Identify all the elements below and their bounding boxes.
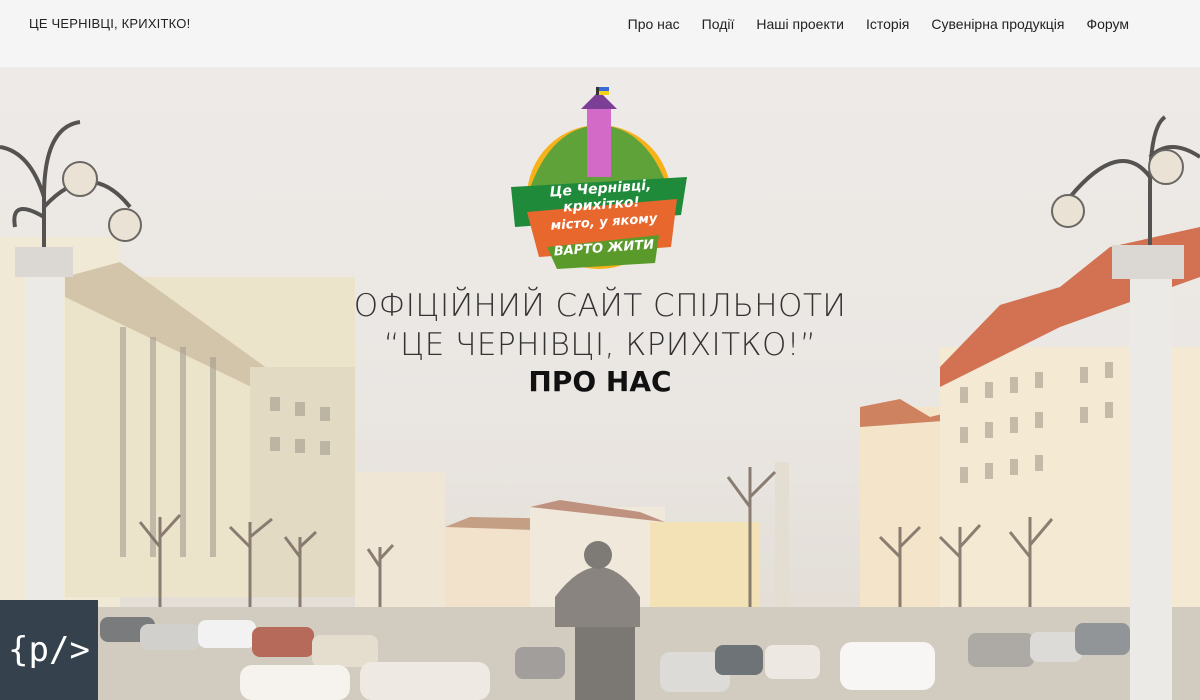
site-brand-link[interactable]: ЦЕ ЧЕРНІВЦІ, КРИХІТКО! xyxy=(29,16,190,31)
hero-section: Це Чернівці, крихітко! місто, у якому ВА… xyxy=(0,67,1200,700)
site-corner-badge[interactable]: {p/> xyxy=(0,600,98,700)
nav-events[interactable]: Події xyxy=(702,16,735,32)
nav-history[interactable]: Історія xyxy=(866,16,909,32)
nav-forum[interactable]: Форум xyxy=(1086,16,1129,32)
hero-title-line2: “ЦЕ ЧЕРНІВЦІ, КРИХІТКО!” xyxy=(383,327,817,363)
community-logo: Це Чернівці, крихітко! місто, у якому ВА… xyxy=(509,87,689,272)
nav-projects[interactable]: Наші проекти xyxy=(756,16,844,32)
top-navigation-bar: ЦЕ ЧЕРНІВЦІ, КРИХІТКО! Про нас Події Наш… xyxy=(0,0,1200,68)
hero-page-heading: ПРО НАС xyxy=(528,365,672,398)
code-icon: {p/> xyxy=(8,630,90,670)
main-menu: Про нас Події Наші проекти Історія Сувен… xyxy=(628,16,1129,32)
nav-souvenirs[interactable]: Сувенірна продукція xyxy=(931,16,1064,32)
nav-about[interactable]: Про нас xyxy=(628,16,680,32)
hero-title-line1: ОФІЦІЙНИЙ САЙТ СПІЛЬНОТИ xyxy=(353,288,847,324)
